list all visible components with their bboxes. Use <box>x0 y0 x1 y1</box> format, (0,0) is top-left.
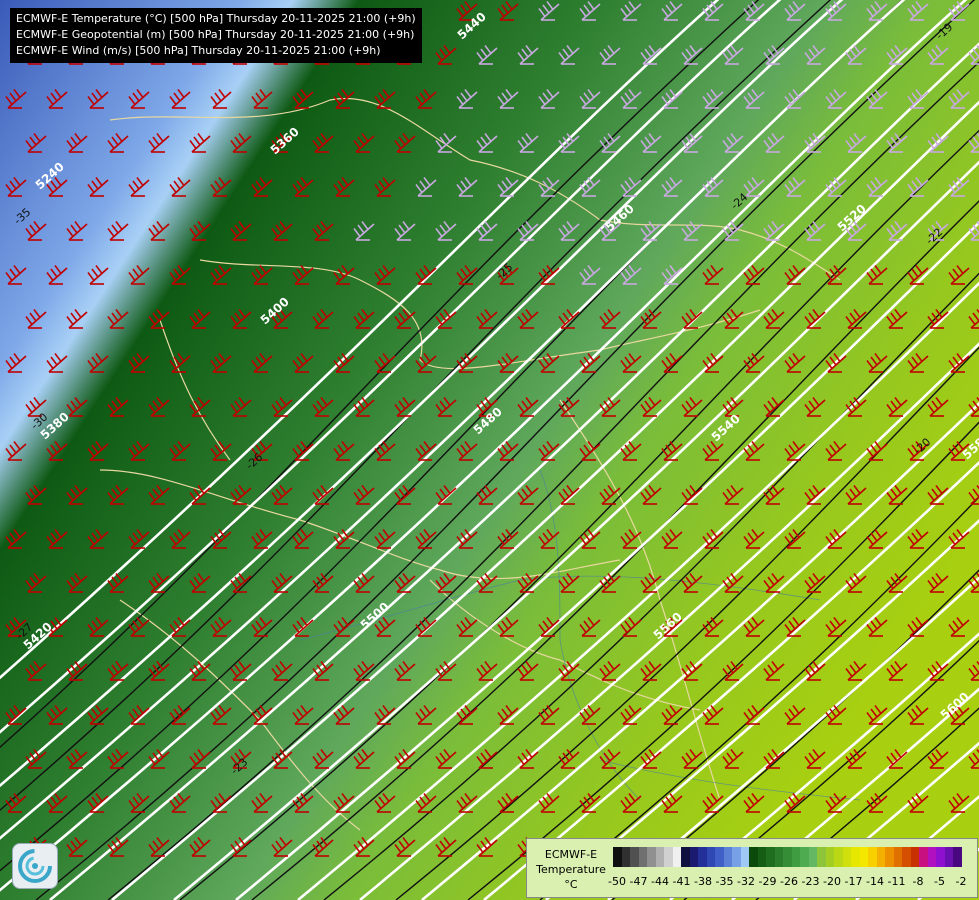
legend-color-bar <box>613 847 962 867</box>
legend-swatch <box>953 847 962 867</box>
legend-swatch <box>732 847 741 867</box>
legend-tick-labels: -50 -47 -44 -41 -38 -35 -32 -29 -26 -23 -20 -17 -14-… <box>608 875 973 889</box>
legend-swatch <box>919 847 928 867</box>
legend-swatch <box>817 847 826 867</box>
legend-swatch <box>647 847 656 867</box>
legend-swatch <box>800 847 809 867</box>
ecmwf-swirl-icon <box>12 843 58 889</box>
legend-swatch <box>859 847 868 867</box>
legend-tick-label: -20 <box>823 875 841 888</box>
legend-swatch <box>698 847 707 867</box>
legend-swatch <box>613 847 622 867</box>
legend-tick-label: -29 <box>758 875 777 888</box>
legend-tick-label: -8 <box>912 875 924 888</box>
legend-swatch <box>766 847 775 867</box>
legend-tick-label: -2 <box>955 875 967 888</box>
legend-swatch <box>630 847 639 867</box>
legend-swatch <box>774 847 783 867</box>
legend-swatch <box>706 847 715 867</box>
temperature-info-line: ECMWF-E Temperature (°C) [500 hPa] Thurs… <box>16 12 416 25</box>
legend-swatch <box>783 847 792 867</box>
legend-swatch <box>927 847 936 867</box>
legend-tick-label: -11 <box>887 875 906 888</box>
weather-map: 5240536053805400542054405460548055005520… <box>0 0 979 900</box>
legend-swatch <box>944 847 953 867</box>
legend-swatch <box>808 847 817 867</box>
legend-swatch <box>672 847 681 867</box>
legend-swatch <box>842 847 851 867</box>
legend-swatch <box>876 847 885 867</box>
legend-tick-label: -32 <box>737 875 755 888</box>
wind-info-line: ECMWF-E Wind (m/s) [500 hPa] Thursday 20… <box>16 44 381 57</box>
legend-swatch <box>664 847 673 867</box>
legend-swatch <box>791 847 800 867</box>
legend-variable-label: Temperature <box>536 863 606 876</box>
legend-model-label: ECMWF-E <box>544 848 598 861</box>
legend-tick-label: -47 <box>629 875 648 888</box>
legend-swatch <box>825 847 834 867</box>
legend-tick-label: -14 <box>866 875 884 888</box>
legend-swatch <box>910 847 919 867</box>
legend-swatch <box>885 847 894 867</box>
legend-swatch <box>851 847 860 867</box>
legend-tick-label: -23 <box>801 875 820 888</box>
legend-swatch <box>715 847 724 867</box>
legend-tick-label: -17 <box>844 875 863 888</box>
legend-swatch <box>868 847 877 867</box>
legend-swatch <box>681 847 690 867</box>
legend-swatch <box>655 847 664 867</box>
info-panel: ECMWF-E Temperature (°C) [500 hPa] Thurs… <box>10 8 422 63</box>
legend-swatch <box>689 847 698 867</box>
legend-tick-label: -50 <box>608 875 626 888</box>
legend-swatch <box>902 847 911 867</box>
temperature-legend: ECMWF-E Temperature °C -50 -47 -44 -41 -38 -3… <box>526 838 978 898</box>
legend-swatch <box>893 847 902 867</box>
legend-swatch <box>749 847 758 867</box>
geopotential-info-line: ECMWF-E Geopotential (m) [500 hPa] Thurs… <box>16 28 415 41</box>
legend-tick-label: -5 <box>934 875 945 888</box>
legend-unit-label: °C <box>564 878 578 891</box>
legend-tick-label: -26 <box>780 875 798 888</box>
legend-swatch <box>834 847 843 867</box>
legend-tick-label: -44 <box>651 875 669 888</box>
legend-swatch <box>723 847 732 867</box>
legend-tick-label: -41 <box>672 875 691 888</box>
legend-title: ECMWF-E Temperature °C <box>531 847 611 892</box>
legend-swatch <box>621 847 630 867</box>
legend-swatch <box>757 847 766 867</box>
legend-tick-label: -38 <box>694 875 712 888</box>
legend-swatch <box>740 847 749 867</box>
legend-swatch <box>638 847 647 867</box>
legend-tick-label: -35 <box>715 875 734 888</box>
legend-swatch <box>936 847 945 867</box>
